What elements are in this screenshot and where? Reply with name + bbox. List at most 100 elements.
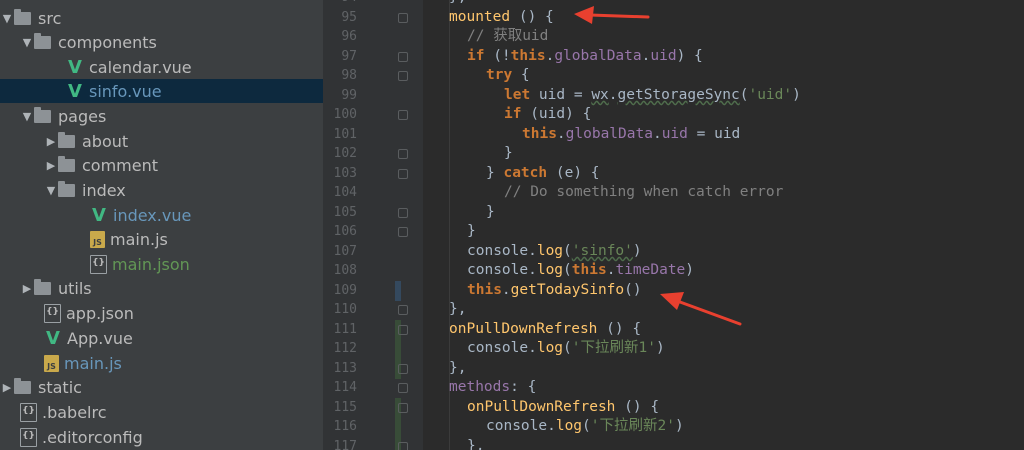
folder-icon [14,377,31,394]
line-number: 108 [333,263,357,278]
line-number: 117 [333,439,357,450]
fold-marker-icon[interactable] [398,305,408,315]
line-number: 115 [333,400,357,415]
line-number: 103 [333,166,357,181]
tree-item-index[interactable]: ▼ index [0,178,323,202]
tree-item-about[interactable]: ▶ about [0,129,323,153]
code-line-102[interactable]: } [423,144,513,164]
tree-item-app-vue[interactable]: V App.vue [0,326,323,350]
line-number: 102 [333,146,357,161]
folder-icon [14,8,31,25]
code-line-96[interactable]: // 获取uid [423,27,548,47]
fold-marker-icon[interactable] [398,71,408,81]
chevron-down-icon[interactable]: ▼ [0,12,14,25]
fold-marker-icon[interactable] [398,169,408,179]
folder-icon [58,131,75,148]
fold-marker-icon[interactable] [398,13,408,23]
code-line-94[interactable]: }, [423,0,466,8]
code-line-111[interactable]: onPullDownRefresh () { [423,320,641,340]
tree-item-index-vue[interactable]: V index.vue [0,203,323,227]
folder-icon [34,106,51,123]
line-number: 116 [333,419,357,434]
folder-icon [34,278,51,295]
fold-marker-icon[interactable] [398,442,408,450]
folder-icon [58,155,75,172]
code-line-100[interactable]: if (uid) { [423,105,591,125]
code-line-112[interactable]: console.log('下拉刷新1') [423,339,665,359]
code-line-116[interactable]: console.log('下拉刷新2') [423,417,684,437]
chevron-right-icon[interactable]: ▶ [44,135,58,148]
vcs-modified-marker[interactable] [395,281,401,301]
code-line-105[interactable]: } [423,203,495,223]
chevron-down-icon[interactable]: ▼ [20,110,34,123]
folder-icon [58,180,75,197]
tree-item-main-json[interactable]: {} main.json [0,252,323,276]
chevron-right-icon[interactable]: ▶ [20,282,34,295]
code-line-99[interactable]: let uid = wx.getStorageSync('uid') [423,86,801,106]
code-line-107[interactable]: console.log('sinfo') [423,242,642,262]
fold-marker-icon[interactable] [398,149,408,159]
fold-marker-icon[interactable] [398,208,408,218]
code-line-108[interactable]: console.log(this.timeDate) [423,261,694,281]
tree-item-main-js-root[interactable]: JS main.js [0,351,323,375]
tree-item-comment[interactable]: ▶ comment [0,153,323,177]
line-number: 104 [333,185,357,200]
tree-item-utils[interactable]: ▶ utils [0,276,323,300]
code-line-110[interactable]: }, [423,300,466,320]
fold-marker-icon[interactable] [398,383,408,393]
code-line-113[interactable]: }, [423,359,466,379]
code-line-104[interactable]: // Do something when catch error [423,183,783,203]
code-line-97[interactable]: if (!this.globalData.uid) { [423,47,703,67]
code-line-98[interactable]: try { [423,66,530,86]
chevron-right-icon[interactable]: ▶ [44,159,58,172]
fold-marker-icon[interactable] [398,110,408,120]
tree-item-calendar-vue[interactable]: V calendar.vue [0,55,323,79]
tree-item-pages[interactable]: ▼ pages [0,104,323,128]
fold-marker-icon[interactable] [398,227,408,237]
line-number: 94 [323,0,357,8]
json-file-icon: {} [90,254,107,274]
json-file-icon: {} [44,303,61,323]
line-number: 112 [333,341,357,356]
fold-marker-icon[interactable] [398,325,408,335]
line-number: 97 [341,49,357,64]
vue-file-icon: V [68,80,82,102]
line-number: 106 [333,224,357,239]
line-number: 101 [333,127,357,142]
line-number: 114 [333,380,357,395]
tree-item-app-json[interactable]: {} app.json [0,301,323,325]
tree-item-editorconfig[interactable]: {} .editorconfig [0,425,323,449]
fold-marker-icon[interactable] [398,403,408,413]
code-line-114[interactable]: methods: { [423,378,536,398]
line-number: 99 [341,88,357,103]
tree-item-sinfo-vue[interactable]: V sinfo.vue [0,79,323,103]
fold-marker-icon[interactable] [398,364,408,374]
code-line-117[interactable]: }, [423,437,484,450]
tree-item-main-js[interactable]: JS main.js [0,227,323,251]
code-line-115[interactable]: onPullDownRefresh () { [423,398,659,418]
tree-item-babelrc[interactable]: {} .babelrc [0,400,323,424]
code-line-103[interactable]: } catch (e) { [423,164,600,184]
vue-file-icon: V [46,327,60,349]
code-line-101[interactable]: this.globalData.uid = uid [423,125,740,145]
line-number: 113 [333,361,357,376]
chevron-right-icon[interactable]: ▶ [0,381,14,394]
ide-window: ▼ src ▼ components V calendar.vue V sinf… [0,0,1024,450]
code-line-109[interactable]: this.getTodaySinfo() [423,281,642,301]
code-line-106[interactable]: } [423,222,476,242]
tree-item-components[interactable]: ▼ components [0,30,323,54]
js-file-icon: JS [90,230,105,248]
chevron-down-icon[interactable]: ▼ [20,36,34,49]
project-tree: ▼ src ▼ components V calendar.vue V sinf… [0,0,323,450]
line-number: 98 [341,68,357,83]
tree-item-src[interactable]: ▼ src [0,6,323,30]
tree-item-static[interactable]: ▶ static [0,375,323,399]
code-line-95[interactable]: mounted () { [423,8,554,28]
vue-file-icon: V [68,56,82,78]
fold-marker-icon[interactable] [398,52,408,62]
line-number: 100 [333,107,357,122]
line-number: 107 [333,244,357,259]
chevron-down-icon[interactable]: ▼ [44,184,58,197]
line-number: 95 [341,10,357,25]
vue-file-icon: V [92,204,106,226]
